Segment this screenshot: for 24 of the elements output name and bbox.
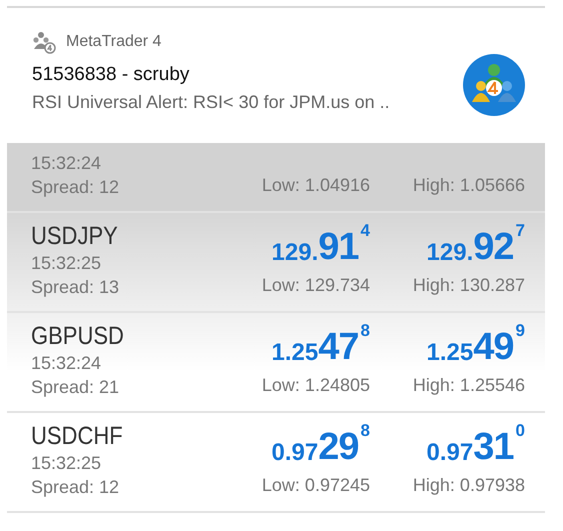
high-label: High: 1.25546 [412,374,525,397]
low-label: Low: 1.04916 [262,174,370,197]
quote-time: 15:32:25 [31,452,102,475]
quote-time: 15:32:24 [31,152,102,175]
spread-label: Spread: 13 [31,276,120,299]
quote-time: 15:32:24 [31,352,102,375]
low-label: Low: 1.24805 [262,374,370,397]
app-logo-icon [463,54,525,116]
symbol-name: GBPUSD [31,321,124,351]
quote-time: 15:32:25 [31,252,102,275]
low-label: Low: 0.97245 [262,474,370,497]
spread-label: Spread: 21 [31,376,120,399]
notification-text: RSI Universal Alert: RSI< 30 for JPM.us on .. [32,92,390,112]
high-label: High: 0.97938 [412,474,525,497]
notification-title: 51536838 - scruby [32,64,190,86]
people-icon [32,30,56,54]
high-label: High: 1.05666 [412,174,525,197]
symbol-name: USDJPY [31,221,118,251]
symbol-name: USDCHF [31,421,123,451]
spread-label: Spread: 12 [31,476,120,499]
app-name: MetaTrader 4 [66,33,162,51]
high-label: High: 130.287 [412,274,525,297]
spread-label: Spread: 12 [31,176,120,199]
low-label: Low: 129.734 [262,274,370,297]
